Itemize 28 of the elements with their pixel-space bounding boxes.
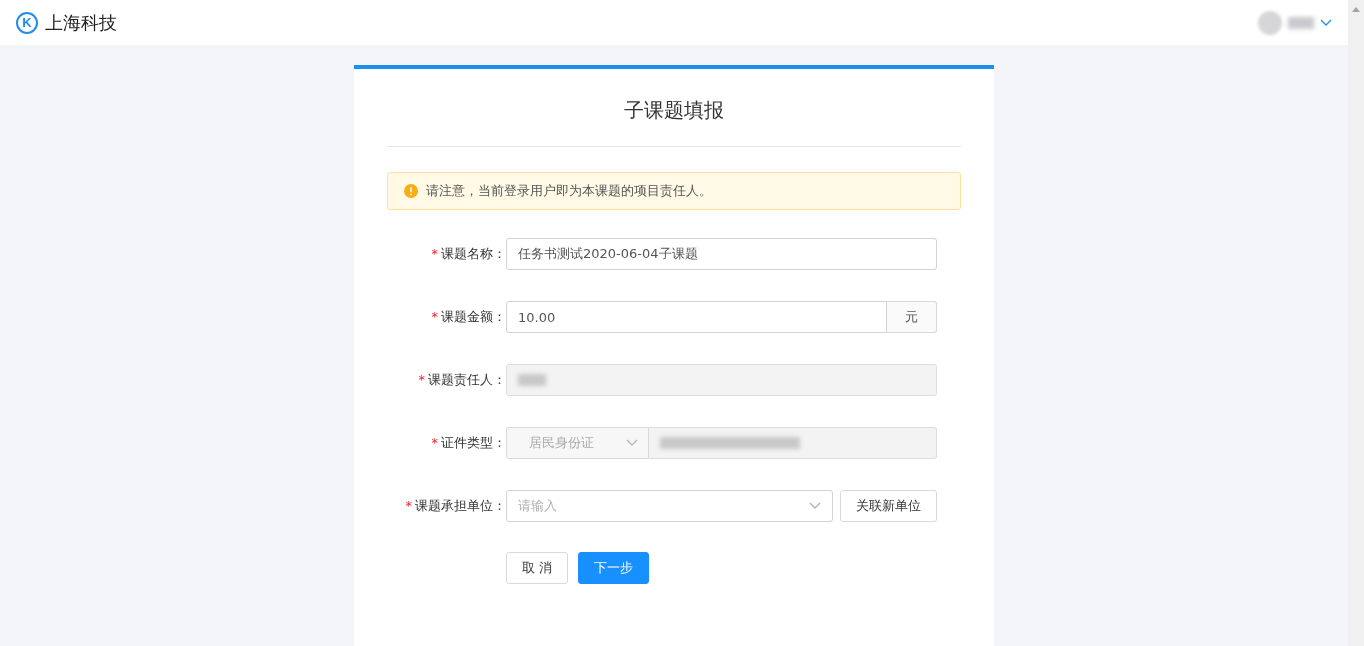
required-mark: *	[431, 309, 438, 324]
redacted-text	[518, 374, 546, 386]
field-label: 课题责任人：	[428, 372, 506, 387]
required-mark: *	[418, 372, 425, 387]
notice-text: 请注意，当前登录用户即为本课题的项目责任人。	[426, 182, 712, 200]
chevron-down-icon	[626, 439, 638, 447]
logo-icon: K	[16, 11, 38, 34]
field-label: 课题承担单位：	[415, 498, 506, 513]
input-field[interactable]: 任务书测试2020-06-04子课题	[506, 238, 937, 270]
link-new-unit-button[interactable]: 关联新单位	[840, 490, 937, 522]
scroll-up-arrow-icon[interactable]	[1352, 7, 1360, 12]
brand-name: 上海科技	[45, 10, 117, 35]
field-label: 课题名称：	[441, 246, 506, 261]
warning-icon	[404, 184, 418, 198]
chevron-down-icon	[809, 502, 821, 510]
required-mark: *	[431, 435, 438, 450]
amount-field[interactable]: 10.00	[506, 301, 887, 333]
user-menu[interactable]	[1258, 10, 1332, 35]
field-label: 证件类型：	[441, 435, 506, 450]
required-mark: *	[431, 246, 438, 261]
chevron-down-icon	[1320, 18, 1332, 27]
field-label: 课题金额：	[441, 309, 506, 324]
redacted-user-name	[1288, 16, 1314, 29]
page-title: 子课题填报	[387, 69, 961, 147]
required-mark: *	[405, 498, 412, 513]
avatar	[1258, 10, 1282, 35]
currency-unit: 元	[887, 301, 937, 333]
cancel-button[interactable]: 取 消	[506, 552, 569, 584]
